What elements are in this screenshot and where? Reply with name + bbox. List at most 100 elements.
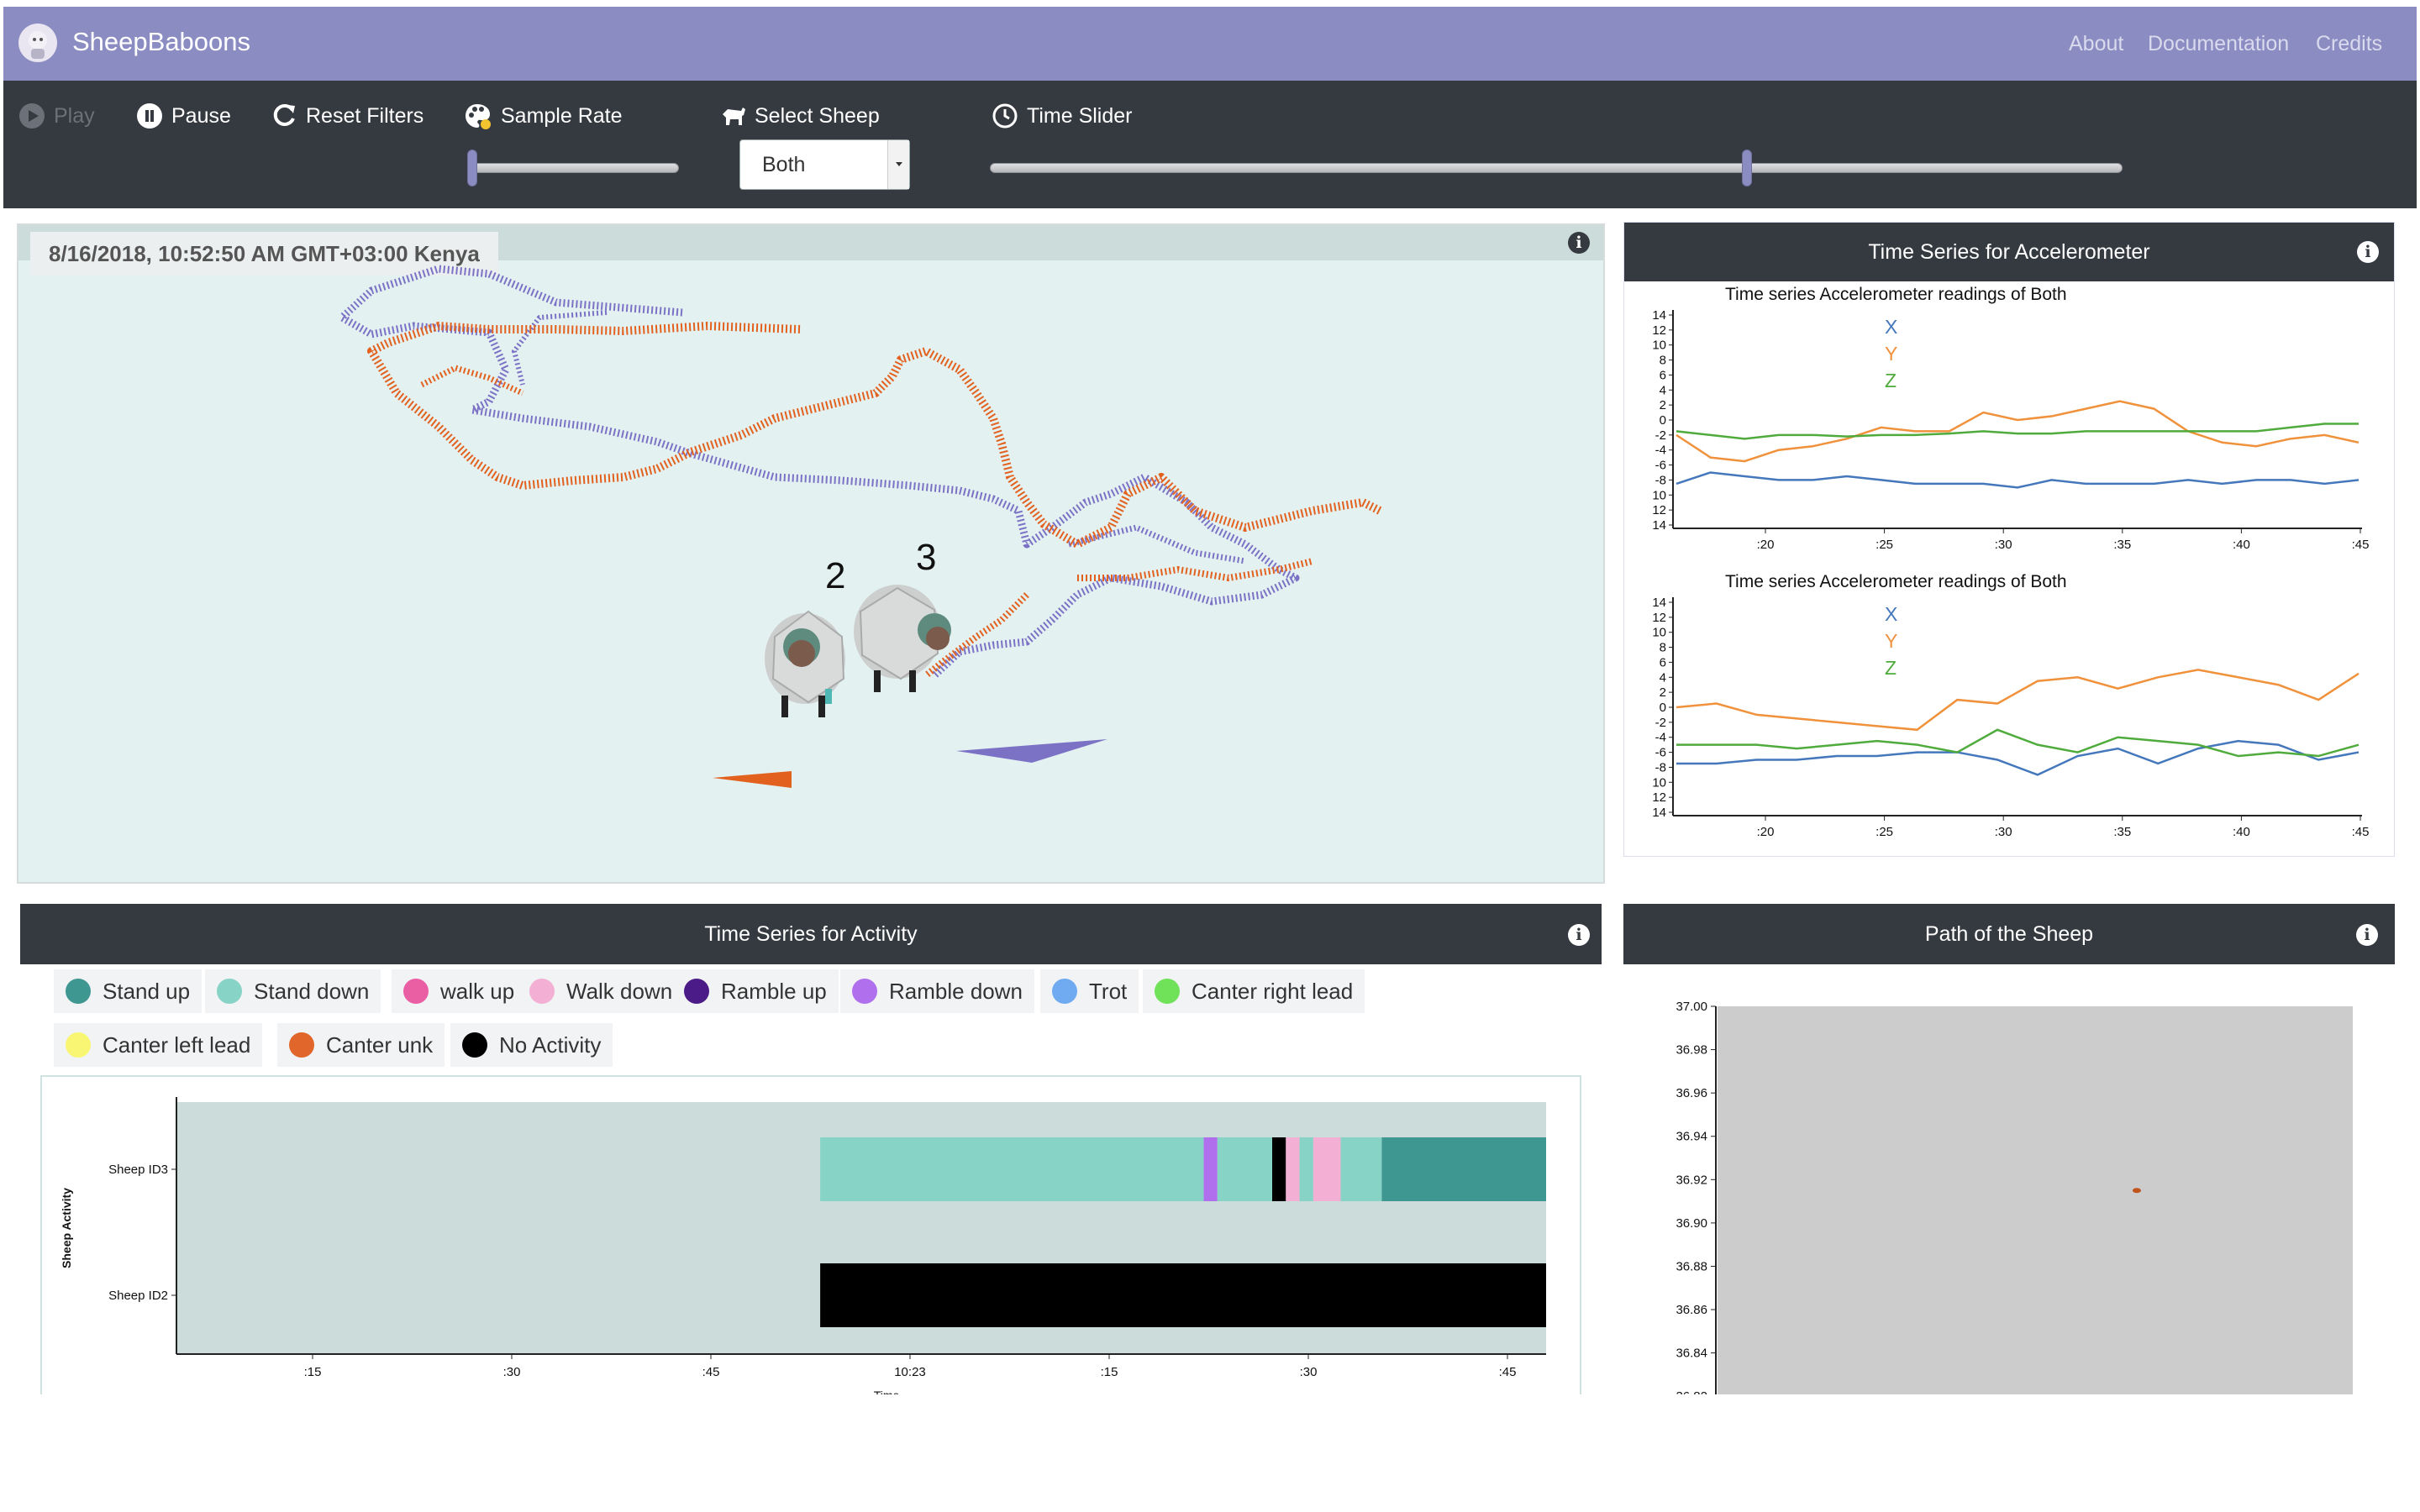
legend-item[interactable]: Stand down [205, 969, 381, 1013]
pause-button[interactable]: Pause [136, 99, 231, 133]
accelerometer-x-tick-label: :40 [2233, 825, 2250, 839]
activity-y-axis-label: Sheep Activity [60, 1188, 73, 1268]
accelerometer-series-line-y [1676, 669, 2360, 732]
accelerometer-y-tick-label: 2 [1660, 685, 1666, 700]
activity-segment [1340, 1137, 1382, 1201]
sample-rate-slider-thumb[interactable] [467, 150, 477, 186]
accelerometer-info-icon[interactable]: i [2357, 241, 2379, 263]
legend-item[interactable]: Stand up [54, 969, 203, 1013]
map-view[interactable]: 8/16/2018, 10:52:50 AM GMT+03:00 Kenya i [17, 223, 1605, 884]
legend-color-dot [684, 979, 709, 1004]
legend-item[interactable]: Ramble up [672, 969, 839, 1013]
legend-color-dot [289, 1032, 314, 1058]
legend-label: Canter unk [326, 1032, 434, 1058]
legend-item[interactable]: Ramble down [840, 969, 1034, 1013]
activity-info-icon[interactable]: i [1568, 924, 1590, 946]
path-y-tick-label: 36.98 [1676, 1043, 1707, 1058]
nav-link-documentation[interactable]: Documentation [2148, 32, 2289, 56]
path-y-tick-label: 36.88 [1676, 1259, 1707, 1273]
time-slider[interactable] [990, 150, 2123, 186]
accelerometer-y-tick-label: 14 [1652, 308, 1666, 323]
legend-label: No Activity [499, 1032, 602, 1058]
activity-x-tick-label: :30 [1300, 1365, 1318, 1379]
accelerometer-x-tick-label: :35 [2113, 825, 2131, 839]
pause-icon [137, 103, 162, 129]
legend-item[interactable]: Canter left lead [54, 1023, 263, 1067]
legend-color-dot [852, 979, 877, 1004]
accelerometer-x-tick-label: :25 [1876, 825, 1893, 839]
accelerometer-y-tick-label: 2 [1660, 398, 1666, 412]
accelerometer-x-tick-label: :45 [2352, 825, 2370, 839]
sheep-3d-scene[interactable]: 2 3 [18, 225, 1603, 882]
activity-chart: Sheep ID3 Sheep ID2:15:30:45 10:23:15:30:4… [60, 1097, 1546, 1402]
time-slider-thumb[interactable] [1742, 150, 1753, 186]
brand-name[interactable]: SheepBaboons [72, 27, 250, 57]
accelerometer-legend-y: Y [1885, 630, 1897, 652]
accelerometer-y-tick-label: -4 [1655, 731, 1666, 745]
legend-label: walk up [440, 978, 515, 1004]
legend-item[interactable]: Canter right lead [1143, 969, 1365, 1013]
clock-icon [992, 103, 1018, 129]
accelerometer-y-tick-label: 12 [1652, 323, 1666, 338]
legend-color-dot [403, 979, 429, 1004]
path-y-tick-label: 36.94 [1676, 1130, 1707, 1144]
select-sheep-label: Select Sheep [755, 103, 880, 128]
brand-logo[interactable] [18, 24, 57, 62]
activity-segment [1286, 1137, 1300, 1201]
accelerometer-x-tick-label: :20 [1757, 825, 1775, 839]
pause-label: Pause [171, 103, 231, 128]
sample-rate-label: Sample Rate [501, 103, 623, 128]
reset-filters-button[interactable]: Reset Filters [271, 99, 424, 133]
activity-chart-frame: Sheep ID3 Sheep ID2:15:30:45 10:23:15:30:4… [40, 1075, 1581, 1411]
accelerometer-y-tick-label: 12 [1652, 503, 1666, 517]
legend-item[interactable]: Walk down [518, 969, 685, 1013]
legend-item[interactable]: Canter unk [277, 1023, 445, 1067]
activity-segment [1299, 1137, 1313, 1201]
sheep-select-value: Both [762, 153, 806, 176]
path-panel: Path of the Sheep i 37.00 36.98 36.96 36.94… [1623, 904, 2395, 1399]
accelerometer-chart-title: Time series Accelerometer readings of Bo… [1725, 572, 2067, 591]
time-slider-track[interactable] [990, 163, 2123, 173]
play-button[interactable]: Play [18, 99, 95, 133]
legend-label: Ramble down [889, 978, 1023, 1004]
sample-rate-slider[interactable] [467, 150, 679, 186]
accelerometer-x-tick-label: :30 [1995, 825, 2012, 839]
accelerometer-y-tick-label: -6 [1655, 746, 1666, 760]
legend-item[interactable]: Trot [1040, 969, 1139, 1013]
accelerometer-y-tick-label: -2 [1655, 428, 1666, 443]
legend-item[interactable]: No Activity [450, 1023, 613, 1067]
nav-link-about[interactable]: About [2069, 32, 2123, 56]
legend-label: Stand up [103, 978, 191, 1004]
accelerometer-y-tick-label: 8 [1660, 354, 1666, 368]
sheep-select[interactable]: Both [739, 139, 910, 190]
activity-row-label: Sheep ID3 [108, 1163, 168, 1177]
activity-x-tick-label: :30 [503, 1365, 521, 1379]
legend-label: Trot [1089, 978, 1128, 1004]
nav-link-credits[interactable]: Credits [2316, 32, 2382, 56]
sheep-select-caret[interactable] [887, 140, 909, 189]
accelerometer-series-line-z [1676, 423, 2359, 440]
accelerometer-panel: Time Series for Accelerometer i Time ser… [1623, 222, 2395, 857]
select-sheep-label-group: Select Sheep [719, 99, 880, 133]
reset-filters-label: Reset Filters [306, 103, 424, 128]
legend-color-dot [217, 979, 242, 1004]
activity-x-tick-label: :15 [304, 1365, 322, 1379]
legend-label: Canter right lead [1192, 978, 1354, 1004]
accelerometer-x-tick-label: :20 [1757, 538, 1775, 552]
legend-label: Walk down [566, 978, 673, 1004]
path-y-tick-label: 36.90 [1676, 1216, 1707, 1231]
path-y-tick-label: 36.86 [1676, 1303, 1707, 1317]
activity-segment [1381, 1137, 1546, 1201]
activity-segment [820, 1263, 1546, 1327]
legend-item[interactable]: walk up [392, 969, 527, 1013]
sample-rate-slider-track[interactable] [467, 163, 679, 173]
sheep-model-2[interactable] [765, 610, 845, 717]
sheep-marker-3: 3 [916, 537, 936, 578]
path-info-icon[interactable]: i [2356, 924, 2378, 946]
activity-segment [1313, 1137, 1341, 1201]
accelerometer-y-tick-label: 10 [1652, 339, 1666, 353]
accelerometer-y-tick-label: 12 [1652, 611, 1666, 625]
chevron-down-icon [896, 162, 902, 166]
accelerometer-x-tick-label: :45 [2352, 538, 2370, 552]
play-label: Play [54, 103, 95, 128]
